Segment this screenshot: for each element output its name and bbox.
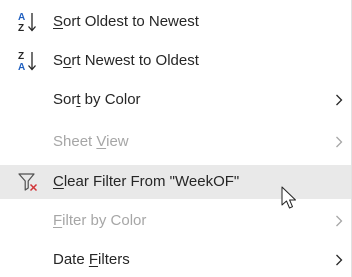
menu-item-label: Clear Filter From "WeekOF" [53,173,240,190]
chevron-right-icon [335,83,343,117]
menu-item-label: Date Filters [53,251,130,268]
svg-text:A: A [18,12,25,23]
menu-item-sort-by-color[interactable]: Sort by Color [0,83,351,117]
chevron-right-icon [335,204,343,238]
menu-item-label: Sheet View [53,133,129,150]
menu-item-sort-newest-to-oldest[interactable]: Z A Sort Newest to Oldest [0,44,351,78]
menu-item-sort-oldest-to-newest[interactable]: A Z Sort Oldest to Newest [0,5,351,39]
chevron-right-icon [335,125,343,159]
mouse-pointer-icon [281,186,301,212]
svg-text:A: A [18,62,25,73]
menu-item-label: Sort by Color [53,91,141,108]
sort-descending-za-icon: Z A [17,44,39,78]
menu-item-label: Sort Newest to Oldest [53,52,199,69]
menu-item-label: Sort Oldest to Newest [53,13,199,30]
menu-item-sheet-view: Sheet View [0,125,351,159]
menu-item-label: Filter by Color [53,212,147,229]
svg-text:Z: Z [18,23,24,34]
svg-text:Z: Z [18,51,24,62]
menu-item-date-filters[interactable]: Date Filters [0,243,351,277]
clear-filter-icon [17,165,39,199]
chevron-right-icon [335,243,343,277]
sort-ascending-az-icon: A Z [17,5,39,39]
context-menu: A Z Sort Oldest to Newest Z A Sort Newes… [0,0,352,277]
